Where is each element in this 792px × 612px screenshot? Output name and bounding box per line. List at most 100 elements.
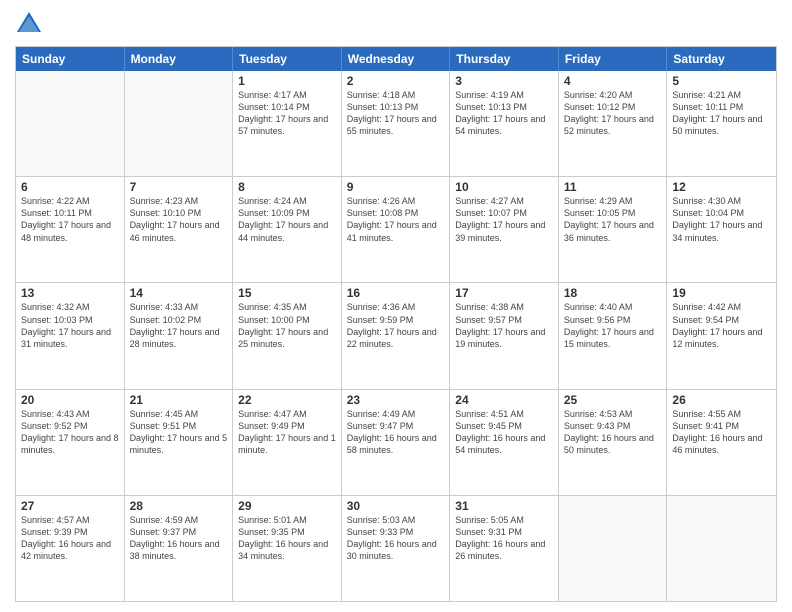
- cell-info: Sunrise: 4:55 AM Sunset: 9:41 PM Dayligh…: [672, 408, 771, 457]
- day-number: 30: [347, 499, 445, 513]
- cell-info: Sunrise: 4:42 AM Sunset: 9:54 PM Dayligh…: [672, 301, 771, 350]
- cell-info: Sunrise: 4:33 AM Sunset: 10:02 PM Daylig…: [130, 301, 228, 350]
- cell-info: Sunrise: 4:30 AM Sunset: 10:04 PM Daylig…: [672, 195, 771, 244]
- cell-info: Sunrise: 4:17 AM Sunset: 10:14 PM Daylig…: [238, 89, 336, 138]
- day-number: 12: [672, 180, 771, 194]
- calendar-cell-empty: [667, 496, 776, 601]
- cell-info: Sunrise: 4:32 AM Sunset: 10:03 PM Daylig…: [21, 301, 119, 350]
- cell-info: Sunrise: 4:18 AM Sunset: 10:13 PM Daylig…: [347, 89, 445, 138]
- cell-info: Sunrise: 5:05 AM Sunset: 9:31 PM Dayligh…: [455, 514, 553, 563]
- calendar-cell-23: 23Sunrise: 4:49 AM Sunset: 9:47 PM Dayli…: [342, 390, 451, 495]
- cell-info: Sunrise: 4:40 AM Sunset: 9:56 PM Dayligh…: [564, 301, 662, 350]
- day-number: 24: [455, 393, 553, 407]
- weekday-header-friday: Friday: [559, 47, 668, 71]
- calendar-cell-6: 6Sunrise: 4:22 AM Sunset: 10:11 PM Dayli…: [16, 177, 125, 282]
- calendar-row-1: 1Sunrise: 4:17 AM Sunset: 10:14 PM Dayli…: [16, 71, 776, 176]
- calendar-cell-13: 13Sunrise: 4:32 AM Sunset: 10:03 PM Dayl…: [16, 283, 125, 388]
- cell-info: Sunrise: 4:47 AM Sunset: 9:49 PM Dayligh…: [238, 408, 336, 457]
- calendar-cell-27: 27Sunrise: 4:57 AM Sunset: 9:39 PM Dayli…: [16, 496, 125, 601]
- calendar-cell-29: 29Sunrise: 5:01 AM Sunset: 9:35 PM Dayli…: [233, 496, 342, 601]
- calendar-cell-4: 4Sunrise: 4:20 AM Sunset: 10:12 PM Dayli…: [559, 71, 668, 176]
- cell-info: Sunrise: 4:26 AM Sunset: 10:08 PM Daylig…: [347, 195, 445, 244]
- cell-info: Sunrise: 5:03 AM Sunset: 9:33 PM Dayligh…: [347, 514, 445, 563]
- calendar-cell-25: 25Sunrise: 4:53 AM Sunset: 9:43 PM Dayli…: [559, 390, 668, 495]
- calendar-cell-17: 17Sunrise: 4:38 AM Sunset: 9:57 PM Dayli…: [450, 283, 559, 388]
- cell-info: Sunrise: 4:57 AM Sunset: 9:39 PM Dayligh…: [21, 514, 119, 563]
- day-number: 1: [238, 74, 336, 88]
- weekday-header-monday: Monday: [125, 47, 234, 71]
- weekday-header-sunday: Sunday: [16, 47, 125, 71]
- calendar-cell-9: 9Sunrise: 4:26 AM Sunset: 10:08 PM Dayli…: [342, 177, 451, 282]
- day-number: 21: [130, 393, 228, 407]
- day-number: 14: [130, 286, 228, 300]
- calendar-header: SundayMondayTuesdayWednesdayThursdayFrid…: [16, 47, 776, 71]
- cell-info: Sunrise: 4:21 AM Sunset: 10:11 PM Daylig…: [672, 89, 771, 138]
- calendar-body: 1Sunrise: 4:17 AM Sunset: 10:14 PM Dayli…: [16, 71, 776, 601]
- calendar-cell-empty: [125, 71, 234, 176]
- calendar-cell-24: 24Sunrise: 4:51 AM Sunset: 9:45 PM Dayli…: [450, 390, 559, 495]
- calendar-cell-22: 22Sunrise: 4:47 AM Sunset: 9:49 PM Dayli…: [233, 390, 342, 495]
- header: [15, 10, 777, 38]
- calendar-cell-16: 16Sunrise: 4:36 AM Sunset: 9:59 PM Dayli…: [342, 283, 451, 388]
- calendar-cell-3: 3Sunrise: 4:19 AM Sunset: 10:13 PM Dayli…: [450, 71, 559, 176]
- cell-info: Sunrise: 4:36 AM Sunset: 9:59 PM Dayligh…: [347, 301, 445, 350]
- logo: [15, 10, 47, 38]
- calendar-row-3: 13Sunrise: 4:32 AM Sunset: 10:03 PM Dayl…: [16, 282, 776, 388]
- day-number: 25: [564, 393, 662, 407]
- calendar-cell-2: 2Sunrise: 4:18 AM Sunset: 10:13 PM Dayli…: [342, 71, 451, 176]
- calendar-cell-10: 10Sunrise: 4:27 AM Sunset: 10:07 PM Dayl…: [450, 177, 559, 282]
- calendar-cell-15: 15Sunrise: 4:35 AM Sunset: 10:00 PM Dayl…: [233, 283, 342, 388]
- calendar-cell-28: 28Sunrise: 4:59 AM Sunset: 9:37 PM Dayli…: [125, 496, 234, 601]
- day-number: 31: [455, 499, 553, 513]
- day-number: 15: [238, 286, 336, 300]
- calendar-cell-19: 19Sunrise: 4:42 AM Sunset: 9:54 PM Dayli…: [667, 283, 776, 388]
- calendar-cell-14: 14Sunrise: 4:33 AM Sunset: 10:02 PM Dayl…: [125, 283, 234, 388]
- page: SundayMondayTuesdayWednesdayThursdayFrid…: [0, 0, 792, 612]
- day-number: 3: [455, 74, 553, 88]
- calendar-cell-18: 18Sunrise: 4:40 AM Sunset: 9:56 PM Dayli…: [559, 283, 668, 388]
- weekday-header-tuesday: Tuesday: [233, 47, 342, 71]
- day-number: 28: [130, 499, 228, 513]
- day-number: 22: [238, 393, 336, 407]
- day-number: 26: [672, 393, 771, 407]
- cell-info: Sunrise: 4:51 AM Sunset: 9:45 PM Dayligh…: [455, 408, 553, 457]
- cell-info: Sunrise: 4:49 AM Sunset: 9:47 PM Dayligh…: [347, 408, 445, 457]
- calendar-cell-8: 8Sunrise: 4:24 AM Sunset: 10:09 PM Dayli…: [233, 177, 342, 282]
- day-number: 2: [347, 74, 445, 88]
- calendar-cell-empty: [16, 71, 125, 176]
- day-number: 16: [347, 286, 445, 300]
- day-number: 8: [238, 180, 336, 194]
- day-number: 4: [564, 74, 662, 88]
- cell-info: Sunrise: 4:35 AM Sunset: 10:00 PM Daylig…: [238, 301, 336, 350]
- cell-info: Sunrise: 5:01 AM Sunset: 9:35 PM Dayligh…: [238, 514, 336, 563]
- calendar-row-4: 20Sunrise: 4:43 AM Sunset: 9:52 PM Dayli…: [16, 389, 776, 495]
- cell-info: Sunrise: 4:38 AM Sunset: 9:57 PM Dayligh…: [455, 301, 553, 350]
- cell-info: Sunrise: 4:29 AM Sunset: 10:05 PM Daylig…: [564, 195, 662, 244]
- calendar-cell-26: 26Sunrise: 4:55 AM Sunset: 9:41 PM Dayli…: [667, 390, 776, 495]
- cell-info: Sunrise: 4:19 AM Sunset: 10:13 PM Daylig…: [455, 89, 553, 138]
- cell-info: Sunrise: 4:59 AM Sunset: 9:37 PM Dayligh…: [130, 514, 228, 563]
- day-number: 29: [238, 499, 336, 513]
- day-number: 9: [347, 180, 445, 194]
- calendar-cell-5: 5Sunrise: 4:21 AM Sunset: 10:11 PM Dayli…: [667, 71, 776, 176]
- day-number: 7: [130, 180, 228, 194]
- calendar-cell-21: 21Sunrise: 4:45 AM Sunset: 9:51 PM Dayli…: [125, 390, 234, 495]
- calendar-cell-20: 20Sunrise: 4:43 AM Sunset: 9:52 PM Dayli…: [16, 390, 125, 495]
- day-number: 11: [564, 180, 662, 194]
- weekday-header-thursday: Thursday: [450, 47, 559, 71]
- calendar-row-5: 27Sunrise: 4:57 AM Sunset: 9:39 PM Dayli…: [16, 495, 776, 601]
- calendar-cell-empty: [559, 496, 668, 601]
- cell-info: Sunrise: 4:45 AM Sunset: 9:51 PM Dayligh…: [130, 408, 228, 457]
- calendar-cell-31: 31Sunrise: 5:05 AM Sunset: 9:31 PM Dayli…: [450, 496, 559, 601]
- calendar-cell-7: 7Sunrise: 4:23 AM Sunset: 10:10 PM Dayli…: [125, 177, 234, 282]
- day-number: 6: [21, 180, 119, 194]
- day-number: 20: [21, 393, 119, 407]
- calendar-cell-30: 30Sunrise: 5:03 AM Sunset: 9:33 PM Dayli…: [342, 496, 451, 601]
- cell-info: Sunrise: 4:23 AM Sunset: 10:10 PM Daylig…: [130, 195, 228, 244]
- day-number: 5: [672, 74, 771, 88]
- cell-info: Sunrise: 4:53 AM Sunset: 9:43 PM Dayligh…: [564, 408, 662, 457]
- weekday-header-saturday: Saturday: [667, 47, 776, 71]
- day-number: 23: [347, 393, 445, 407]
- logo-icon: [15, 10, 43, 38]
- calendar-cell-1: 1Sunrise: 4:17 AM Sunset: 10:14 PM Dayli…: [233, 71, 342, 176]
